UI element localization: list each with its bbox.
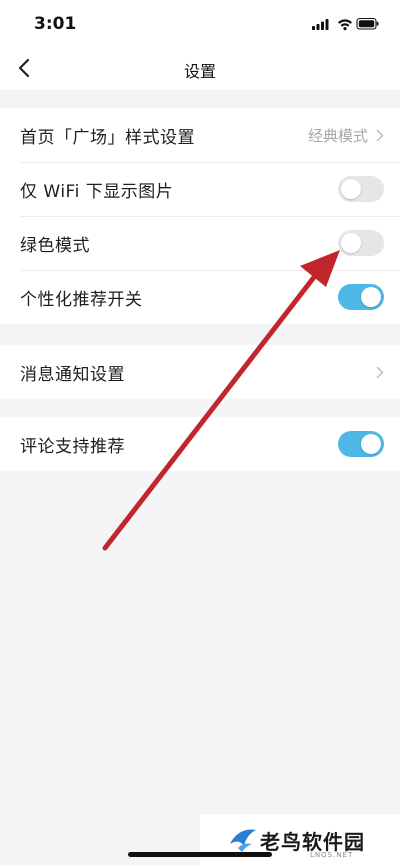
settings-group-notifications: 消息通知设置: [0, 345, 400, 399]
comment-recommend-toggle[interactable]: [338, 431, 384, 457]
toggle-knob: [361, 287, 381, 307]
cellular-signal-icon: [312, 19, 329, 30]
page-title: 设置: [183, 62, 216, 81]
chevron-right-icon: [376, 366, 384, 379]
settings-row-notifications[interactable]: 消息通知设置: [0, 345, 400, 399]
toggle-knob: [341, 233, 361, 253]
status-time: 3:01: [34, 14, 77, 34]
watermark-subtext: LNQS.NET: [310, 851, 354, 859]
toggle-knob: [341, 179, 361, 199]
settings-row-personalized: 个性化推荐开关: [0, 270, 400, 324]
settings-group-display: 首页「广场」样式设置 经典模式 仅 WiFi 下显示图片 绿色模式 个性化推荐开…: [0, 108, 400, 324]
settings-row-comment-recommend: 评论支持推荐: [0, 417, 400, 471]
green-mode-toggle[interactable]: [338, 230, 384, 256]
row-label: 首页「广场」样式设置: [20, 127, 195, 148]
battery-icon: [356, 17, 379, 30]
settings-group-comments: 评论支持推荐: [0, 417, 400, 471]
nav-bar: 设置: [0, 46, 400, 90]
bird-logo-icon: [230, 829, 256, 852]
status-icons: [312, 16, 380, 35]
row-label: 绿色模式: [20, 235, 90, 256]
settings-row-wifi-images: 仅 WiFi 下显示图片: [0, 162, 400, 216]
toggle-knob: [361, 434, 381, 454]
settings-row-green-mode: 绿色模式: [0, 216, 400, 270]
status-bar: 3:01: [0, 0, 400, 46]
row-label: 仅 WiFi 下显示图片: [20, 181, 174, 202]
row-label: 个性化推荐开关: [20, 289, 143, 310]
settings-row-home-style[interactable]: 首页「广场」样式设置 经典模式: [0, 108, 400, 162]
chevron-right-icon: [376, 129, 384, 142]
row-label: 评论支持推荐: [20, 436, 125, 457]
home-indicator: [128, 852, 272, 857]
row-value: 经典模式: [307, 126, 368, 145]
personalized-recommendation-toggle[interactable]: [338, 284, 384, 310]
row-label: 消息通知设置: [20, 364, 125, 385]
wifi-images-toggle[interactable]: [338, 176, 384, 202]
wifi-icon: [338, 19, 352, 31]
watermark: 老鸟软件园 LNQS.NET: [200, 814, 400, 865]
